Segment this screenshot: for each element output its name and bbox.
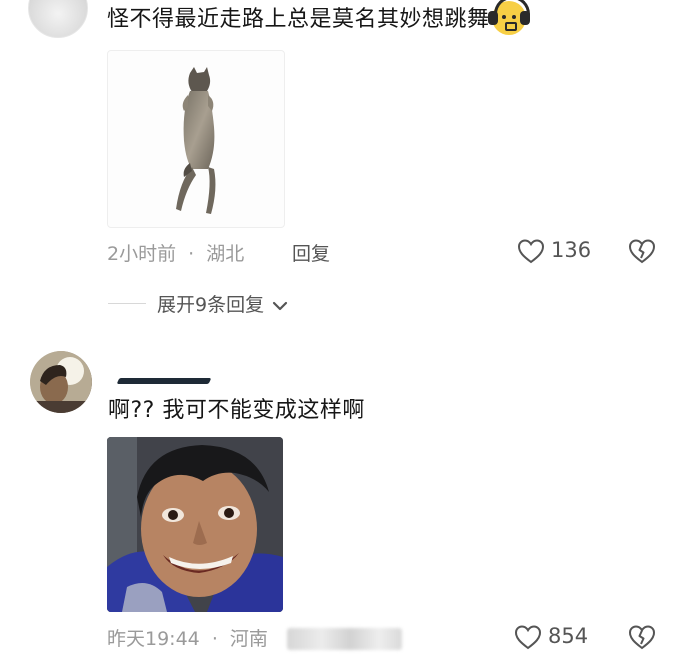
like-button[interactable] (514, 624, 542, 650)
dislike-button[interactable] (628, 238, 656, 264)
timestamp: 昨天19:44 (107, 628, 200, 650)
expand-divider (108, 303, 146, 304)
timestamp: 2小时前 (107, 243, 177, 265)
comment-text-content: 怪不得最近走路上总是莫名其妙想跳舞 (107, 7, 490, 32)
reply-button[interactable]: 回复 (292, 239, 330, 266)
location: 湖北 (206, 243, 245, 265)
chevron-down-icon (273, 301, 288, 310)
redacted-reply-area (287, 628, 402, 650)
comment-meta: 2小时前 · 湖北 (107, 239, 244, 266)
headphone-face-emoji-icon (487, 0, 530, 35)
avatar-photo-icon (30, 351, 92, 413)
broken-heart-icon (628, 625, 656, 650)
comment-text: 啊?? 我可不能变成这样啊 (108, 398, 365, 423)
location: 河南 (229, 628, 268, 650)
meta-separator: · (211, 628, 218, 650)
heart-icon (517, 239, 545, 264)
broken-heart-icon (628, 239, 656, 264)
like-button[interactable] (517, 238, 545, 264)
expand-replies-label: 展开9条回复 (157, 294, 265, 316)
comment-text: 怪不得最近走路上总是莫名其妙想跳舞 (107, 0, 530, 37)
avatar[interactable] (30, 351, 92, 413)
comment-image-face[interactable] (107, 437, 283, 612)
meta-separator: · (188, 243, 195, 265)
dislike-button[interactable] (628, 624, 656, 650)
smiling-man-image-icon (107, 437, 283, 612)
comment-image-dog[interactable] (107, 50, 285, 228)
username-redacted[interactable] (116, 378, 212, 384)
avatar[interactable] (28, 0, 88, 38)
dancing-dog-image-icon (176, 67, 216, 214)
like-count: 854 (548, 624, 589, 648)
expand-replies-button[interactable]: 展开9条回复 (157, 290, 288, 317)
like-count: 136 (551, 238, 592, 262)
comment-meta: 昨天19:44 · 河南 (107, 624, 268, 651)
heart-icon (514, 625, 542, 650)
